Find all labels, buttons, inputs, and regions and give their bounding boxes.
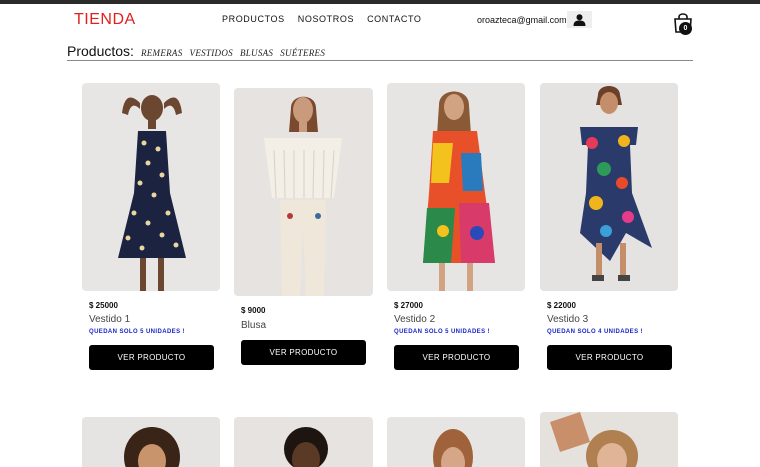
filter-sueteres[interactable]: SUÉTERES xyxy=(280,48,325,58)
product-image[interactable] xyxy=(387,417,525,467)
product-name: Vestido 3 xyxy=(547,314,589,325)
nav-contacto[interactable]: CONTACTO xyxy=(367,14,421,24)
view-product-button[interactable]: VER PRODUCTO xyxy=(89,345,214,370)
product-name: Blusa xyxy=(241,320,267,331)
brand-logo[interactable]: TIENDA xyxy=(74,11,136,29)
model-vestido-2-image xyxy=(423,91,495,291)
view-product-button[interactable]: VER PRODUCTO xyxy=(547,345,672,370)
product-image[interactable] xyxy=(540,412,678,467)
filter-blusas[interactable]: BLUSAS xyxy=(240,48,273,58)
product-image[interactable] xyxy=(82,83,220,291)
model-image xyxy=(550,412,638,467)
main-nav: PRODUCTOS NOSOTROS CONTACTO xyxy=(222,14,422,24)
nav-productos[interactable]: PRODUCTOS xyxy=(222,14,285,24)
user-icon xyxy=(573,13,586,26)
model-image xyxy=(124,427,180,467)
product-image[interactable] xyxy=(387,83,525,291)
nav-nosotros[interactable]: NOSOTROS xyxy=(298,14,354,24)
view-product-button[interactable]: VER PRODUCTO xyxy=(241,340,366,365)
filter-remeras[interactable]: REMERAS xyxy=(141,48,183,58)
product-price: $ 22000 xyxy=(547,301,576,310)
model-image xyxy=(433,429,473,467)
product-image[interactable] xyxy=(234,88,373,296)
product-price: $ 25000 xyxy=(89,301,118,310)
product-price: $ 27000 xyxy=(394,301,423,310)
user-account-button[interactable] xyxy=(567,11,592,28)
view-product-button[interactable]: VER PRODUCTO xyxy=(394,345,519,370)
model-image xyxy=(284,427,328,467)
model-vestido-3-image xyxy=(580,86,652,281)
product-name: Vestido 1 xyxy=(89,314,131,325)
model-vestido-1-image xyxy=(118,95,186,291)
product-image[interactable] xyxy=(234,417,373,467)
category-title: Productos: xyxy=(67,43,134,59)
product-image[interactable] xyxy=(82,417,220,467)
stock-warning: QUEDAN SOLO 4 UNIDADES ! xyxy=(547,329,643,335)
stock-warning: QUEDAN SOLO 5 UNIDADES ! xyxy=(394,329,490,335)
filter-vestidos[interactable]: VESTIDOS xyxy=(190,48,233,58)
cart-count-badge: 0 xyxy=(679,22,692,35)
user-email: oroazteca@gmail.com xyxy=(477,15,567,25)
product-price: $ 9000 xyxy=(241,306,266,315)
stock-warning: QUEDAN SOLO 5 UNIDADES ! xyxy=(89,329,185,335)
model-blusa-image xyxy=(264,96,342,296)
product-name: Vestido 2 xyxy=(394,314,436,325)
product-image[interactable] xyxy=(540,83,678,291)
top-border xyxy=(0,0,760,4)
category-bar: Productos: REMERAS VESTIDOS BLUSAS SUÉTE… xyxy=(67,43,693,61)
